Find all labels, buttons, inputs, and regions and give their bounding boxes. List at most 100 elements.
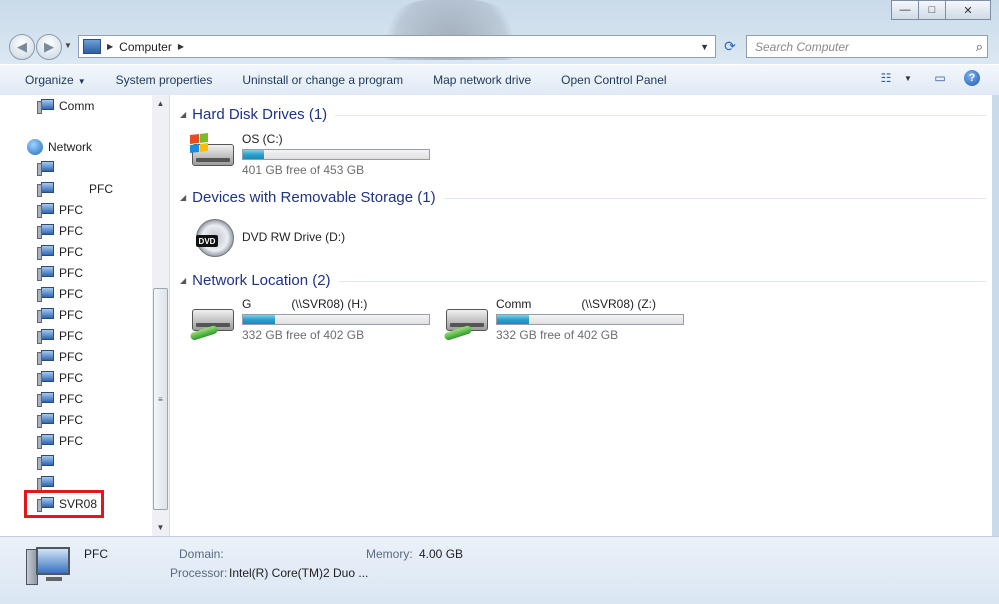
nav-network-computer[interactable]: PFC xyxy=(37,305,83,325)
minimize-button[interactable]: — xyxy=(891,0,919,20)
scroll-up-icon[interactable]: ▲ xyxy=(152,95,169,112)
breadcrumb-chevron-icon[interactable]: ▶ xyxy=(178,42,184,51)
view-options-icon[interactable]: ☷ xyxy=(877,70,895,86)
back-button[interactable]: ◀ xyxy=(9,34,35,60)
search-input[interactable]: Search Computer ⌕ xyxy=(746,35,988,58)
nav-item-label: PFC xyxy=(59,329,83,343)
refresh-button[interactable]: ⟳ xyxy=(719,36,741,56)
drive-dvd-d[interactable]: DVD DVD RW Drive (D:) xyxy=(190,215,345,261)
window-right-border xyxy=(992,95,999,536)
nav-network-computer[interactable]: PFC xyxy=(37,431,83,451)
network-drive-icon xyxy=(189,297,236,343)
recent-pages-dropdown[interactable]: ▼ xyxy=(64,41,72,50)
search-placeholder: Search Computer xyxy=(755,39,850,54)
organize-button[interactable]: Organize ▼ xyxy=(0,73,101,87)
processor-value: Intel(R) Core(TM)2 Duo ... xyxy=(229,566,369,580)
nav-item-label: PFC xyxy=(59,350,83,364)
uninstall-program-button[interactable]: Uninstall or change a program xyxy=(227,73,418,87)
network-computer-icon xyxy=(37,371,54,386)
computer-icon xyxy=(37,99,54,114)
network-computer-icon xyxy=(37,287,54,302)
nav-network-computer[interactable] xyxy=(37,452,59,472)
drive-free-space: 401 GB free of 453 GB xyxy=(242,163,365,177)
search-icon[interactable]: ⌕ xyxy=(976,39,983,55)
nav-item-label: PFC xyxy=(59,245,83,259)
nav-network-computer[interactable]: PFC xyxy=(37,242,83,262)
nav-network-computer[interactable]: PFC xyxy=(37,263,83,283)
memory-label: Memory: xyxy=(366,547,413,561)
maximize-button[interactable]: □ xyxy=(918,0,946,20)
collapse-triangle-icon[interactable]: ◢ xyxy=(180,110,186,119)
group-hard-disk-drives[interactable]: ◢ Hard Disk Drives (1) xyxy=(170,103,986,125)
help-button[interactable]: ? xyxy=(963,70,981,86)
forward-button[interactable]: ▶ xyxy=(36,34,62,60)
window-controls: — □ ✕ xyxy=(891,0,991,20)
scroll-thumb[interactable]: ≡ xyxy=(153,288,168,510)
group-title: Network Location (2) xyxy=(192,271,331,289)
group-title: Devices with Removable Storage (1) xyxy=(192,188,436,206)
drive-name: DVD RW Drive (D:) xyxy=(242,230,346,244)
network-computer-icon xyxy=(37,224,54,239)
nav-item-network[interactable]: Network xyxy=(27,137,92,157)
nav-network-computer[interactable]: PFC xyxy=(37,410,83,430)
nav-network-computer[interactable]: PFC xyxy=(37,200,83,220)
nav-network-computer[interactable]: PFC xyxy=(37,326,83,346)
nav-network-computer[interactable]: PFC xyxy=(37,347,83,367)
collapse-triangle-icon[interactable]: ◢ xyxy=(180,193,186,202)
map-network-drive-button[interactable]: Map network drive xyxy=(418,73,546,87)
close-button[interactable]: ✕ xyxy=(945,0,991,20)
details-pane: PFC Domain: Memory: 4.00 GB Processor: I… xyxy=(0,536,999,604)
drive-usage-bar xyxy=(242,149,430,160)
nav-item-label: PFC xyxy=(59,434,83,448)
nav-network-computer[interactable] xyxy=(37,158,59,178)
nav-item-label: PFC xyxy=(59,392,83,406)
nav-item-label: PFC xyxy=(59,371,83,385)
drive-name: Comm (\\SVR08) (Z:) xyxy=(496,297,657,311)
drive-name: OS (C:) xyxy=(242,132,283,146)
computer-icon xyxy=(83,39,101,54)
breadcrumb-separator-icon[interactable]: ▶ xyxy=(107,42,113,51)
drive-network-z[interactable]: Comm (\\SVR08) (Z:) 332 GB free of 402 G… xyxy=(443,297,684,343)
nav-network-computer[interactable]: PFC xyxy=(37,221,83,241)
system-properties-button[interactable]: System properties xyxy=(101,73,228,87)
breadcrumb-computer[interactable]: Computer xyxy=(119,40,172,54)
preview-pane-icon[interactable]: ▭ xyxy=(931,70,949,86)
nav-item-label: PFC xyxy=(59,203,83,217)
network-computer-icon xyxy=(37,476,54,491)
open-control-panel-button[interactable]: Open Control Panel xyxy=(546,73,681,87)
nav-item-label: PFC xyxy=(59,224,83,238)
nav-network-computer[interactable]: PFC xyxy=(37,389,83,409)
nav-item-label: PFC xyxy=(59,287,83,301)
toolbar-right: ☷ ▼ ▭ ? xyxy=(863,70,981,86)
highlight-box xyxy=(24,490,104,518)
back-arrow-icon: ◀ xyxy=(17,39,27,54)
nav-network-computer[interactable]: PFC xyxy=(37,284,83,304)
network-computer-icon xyxy=(37,455,54,470)
drive-usage-bar xyxy=(242,314,430,325)
network-globe-icon xyxy=(27,139,43,155)
computer-name: PFC xyxy=(84,547,108,561)
drive-os-c[interactable]: OS (C:) 401 GB free of 453 GB xyxy=(190,132,430,178)
network-computer-icon xyxy=(37,392,54,407)
content-pane: ◢ Hard Disk Drives (1) OS (C:) 401 GB fre… xyxy=(170,95,992,536)
nav-item-label: Network xyxy=(48,140,93,154)
address-dropdown-icon[interactable]: ▼ xyxy=(700,42,709,52)
nav-item-label: Comm xyxy=(59,99,95,113)
nav-network-computer[interactable]: PFC xyxy=(37,179,113,199)
address-bar[interactable]: ▶ Computer ▶ ▼ xyxy=(78,35,716,58)
group-network-location[interactable]: ◢ Network Location (2) xyxy=(170,269,986,291)
network-computer-icon xyxy=(37,308,54,323)
network-computer-icon xyxy=(37,182,54,197)
nav-network-computer[interactable]: PFC xyxy=(37,368,83,388)
nav-scrollbar[interactable]: ▲ ≡ ▼ xyxy=(152,95,169,536)
scroll-down-icon[interactable]: ▼ xyxy=(152,519,169,536)
view-dropdown-icon[interactable]: ▼ xyxy=(899,70,917,86)
group-removable-storage[interactable]: ◢ Devices with Removable Storage (1) xyxy=(170,186,986,208)
drive-network-h[interactable]: G (\\SVR08) (H:) 332 GB free of 402 GB xyxy=(189,297,430,343)
drive-name: G (\\SVR08) (H:) xyxy=(242,297,368,311)
nav-item-computer[interactable]: Comm xyxy=(37,96,94,116)
network-computer-icon xyxy=(37,434,54,449)
computer-large-icon xyxy=(24,543,72,587)
collapse-triangle-icon[interactable]: ◢ xyxy=(180,276,186,285)
processor-label: Processor: xyxy=(170,566,228,580)
